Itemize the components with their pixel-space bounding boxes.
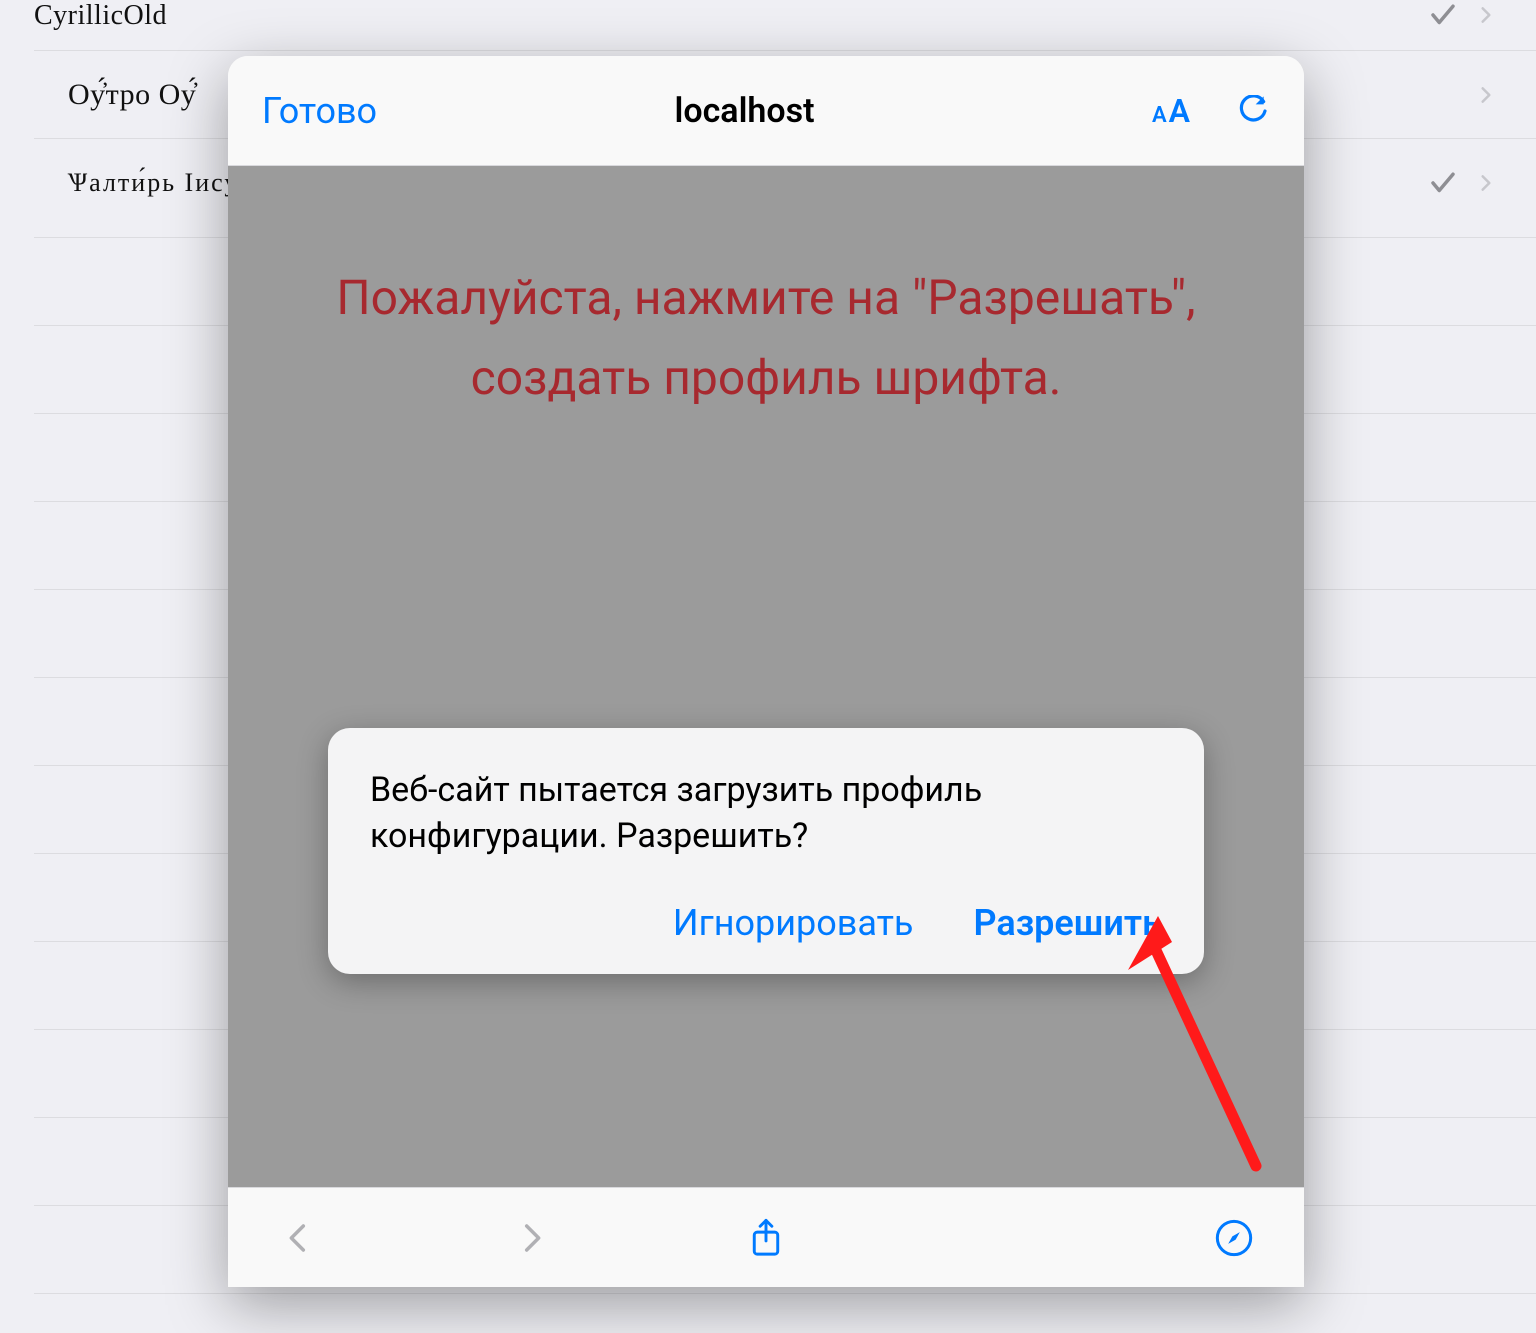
- instruction-message: Пожалуйста, нажмите на "Разрешать", созд…: [228, 262, 1304, 414]
- page-title: localhost: [357, 91, 1132, 131]
- list-item[interactable]: CyrillicOld: [0, 0, 1536, 50]
- system-alert: Веб-сайт пытается загрузить профиль конф…: [328, 728, 1204, 974]
- instruction-line-2: создать профиль шрифта.: [288, 342, 1244, 414]
- chevron-right-icon: [1476, 80, 1496, 110]
- reload-button[interactable]: [1236, 94, 1270, 128]
- list-item-label: Оу҆́тро Оу҆́: [68, 78, 196, 112]
- share-button[interactable]: [746, 1218, 786, 1258]
- back-button[interactable]: [278, 1218, 318, 1258]
- checkmark-icon: [1428, 168, 1458, 198]
- web-content: Пожалуйста, нажмите на "Разрешать", созд…: [228, 166, 1304, 1187]
- text-size-large-a-icon: A: [1169, 92, 1190, 130]
- navigation-bar: Готово localhost AA: [228, 56, 1304, 166]
- chevron-right-icon: [1476, 168, 1496, 198]
- allow-button[interactable]: Разрешить: [973, 902, 1162, 944]
- checkmark-icon: [1428, 0, 1458, 30]
- forward-button[interactable]: [512, 1218, 552, 1258]
- text-size-button[interactable]: AA: [1152, 92, 1190, 130]
- text-size-small-a-icon: A: [1152, 103, 1167, 128]
- safari-view-controller: Готово localhost AA Пожалуйста, нажмите …: [228, 56, 1304, 1287]
- open-in-safari-button[interactable]: [1214, 1218, 1254, 1258]
- chevron-right-icon: [1476, 0, 1496, 30]
- instruction-line-1: Пожалуйста, нажмите на "Разрешать",: [336, 269, 1195, 326]
- list-item-label: CyrillicOld: [34, 0, 167, 32]
- alert-message: Веб-сайт пытается загрузить профиль конф…: [370, 768, 1162, 860]
- bottom-toolbar: [228, 1187, 1304, 1287]
- ignore-button[interactable]: Игнорировать: [673, 902, 914, 944]
